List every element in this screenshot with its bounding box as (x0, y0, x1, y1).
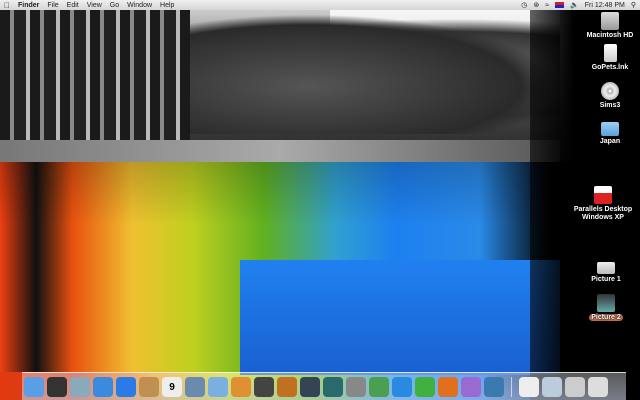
picture-icon (597, 294, 615, 312)
dock-items: 9 (24, 377, 608, 397)
wallpaper-buildings (0, 10, 190, 160)
desktop-icon-gopets[interactable]: GoPets.lnk (580, 44, 640, 72)
desktop-icon-picture-1[interactable]: Picture 1 (576, 262, 636, 284)
volume-icon[interactable]: 🔈 (570, 1, 579, 9)
dock-safari-icon[interactable] (93, 377, 113, 397)
wallpaper-water (240, 260, 560, 375)
dock-messenger-icon[interactable] (369, 377, 389, 397)
wallpaper-trees (140, 14, 560, 134)
dock-powerpoint-icon[interactable] (438, 377, 458, 397)
bluetooth-icon[interactable]: ⊛ (533, 1, 539, 9)
folder-icon (601, 122, 619, 136)
dock-mail-icon[interactable] (70, 377, 90, 397)
clock[interactable]: Fri 12:48 PM (585, 2, 625, 9)
dock-parallels-icon[interactable] (484, 377, 504, 397)
dock-imovie-icon[interactable] (254, 377, 274, 397)
hard-drive-icon (601, 12, 619, 30)
menu-go[interactable]: Go (110, 2, 119, 9)
desktop-icon-picture-2[interactable]: Picture 2 (576, 294, 636, 322)
desktop-icon-sims3[interactable]: Sims3 (580, 82, 640, 110)
wallpaper-quay (0, 140, 560, 162)
dock-garageband-icon[interactable] (277, 377, 297, 397)
time-machine-icon[interactable]: ◷ (521, 1, 527, 9)
wifi-icon[interactable]: ≈ (545, 2, 549, 9)
dock-separator (511, 377, 512, 397)
dock-entourage-icon[interactable] (461, 377, 481, 397)
dock-downloads-icon[interactable] (542, 377, 562, 397)
dock-excel-icon[interactable] (415, 377, 435, 397)
dock-system-preferences-icon[interactable] (346, 377, 366, 397)
dock-dashboard-icon[interactable] (47, 377, 67, 397)
dock-itunes-icon[interactable] (208, 377, 228, 397)
dock-iphoto-icon[interactable] (185, 377, 205, 397)
parallels-document-icon (594, 186, 612, 204)
apple-menu-icon[interactable]:  (4, 1, 10, 10)
dock-time-machine-icon[interactable] (323, 377, 343, 397)
menu-file[interactable]: File (47, 2, 58, 9)
menu-window[interactable]: Window (127, 2, 152, 9)
menu-view[interactable]: View (87, 2, 102, 9)
dock-finder-icon[interactable] (24, 377, 44, 397)
dock-word-icon[interactable] (392, 377, 412, 397)
dock-ical-icon[interactable]: 9 (162, 377, 182, 397)
desktop-icon-macintosh-hd[interactable]: Macintosh HD (580, 12, 640, 40)
menu-edit[interactable]: Edit (67, 2, 79, 9)
desktop-icon-folder[interactable]: Japan (580, 122, 640, 146)
dock-ichat-icon[interactable] (116, 377, 136, 397)
desktop-icon-parallels[interactable]: Parallels Desktop Windows XP (566, 186, 640, 222)
desktop[interactable]:  Finder File Edit View Go Window Help ◷… (0, 0, 640, 400)
disc-icon (601, 82, 619, 100)
dock-trash-icon[interactable] (588, 377, 608, 397)
dock-spaces-icon[interactable] (300, 377, 320, 397)
dock-window-preview-icon[interactable] (565, 377, 585, 397)
spotlight-icon[interactable]: ⚲ (631, 1, 636, 9)
menu-bar:  Finder File Edit View Go Window Help ◷… (0, 0, 640, 10)
menu-help[interactable]: Help (160, 2, 174, 9)
picture-icon (597, 262, 615, 274)
dock-document-icon[interactable] (519, 377, 539, 397)
document-icon (603, 44, 617, 62)
input-source-flag-icon[interactable] (555, 2, 565, 8)
dock-image-capture-icon[interactable] (231, 377, 251, 397)
dock-address-book-icon[interactable] (139, 377, 159, 397)
menu-finder[interactable]: Finder (18, 2, 39, 9)
